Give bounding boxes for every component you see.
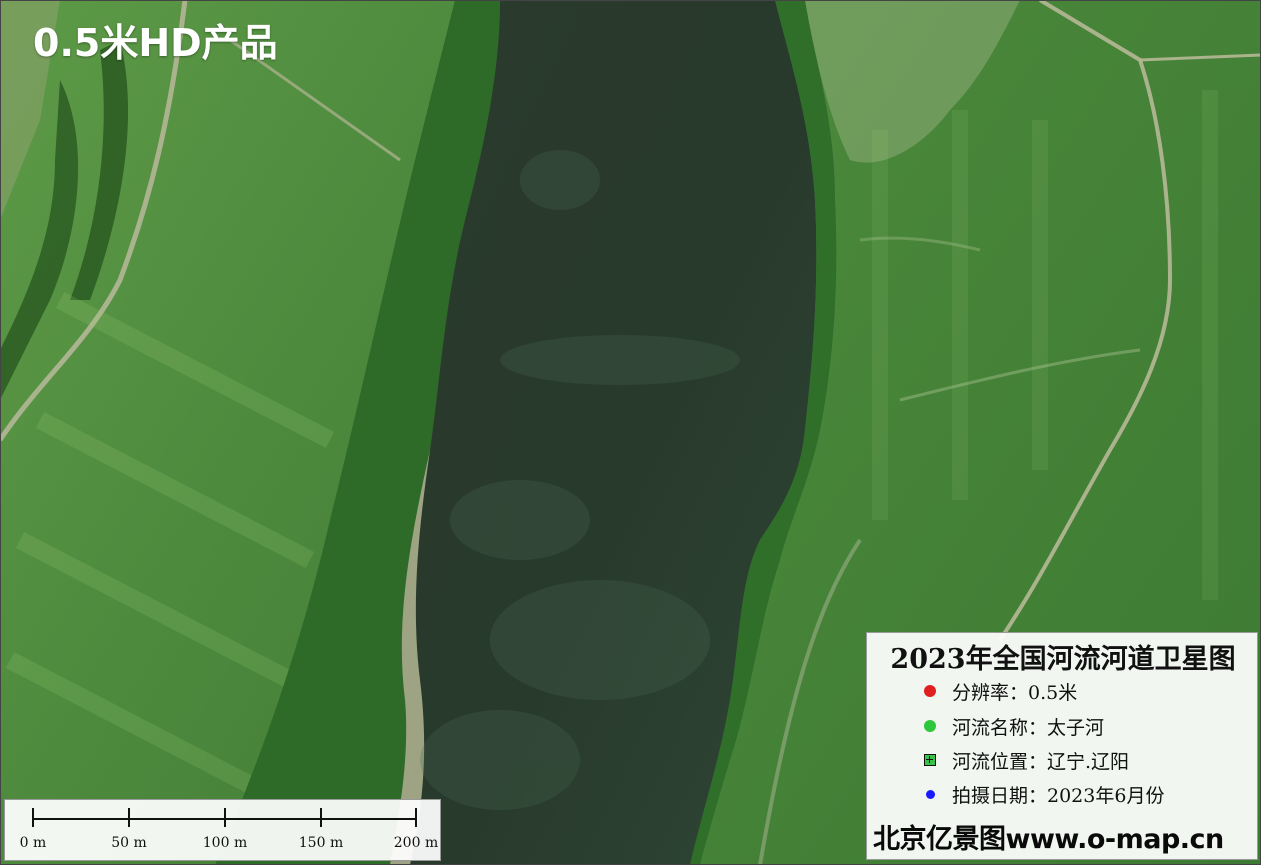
scale-tick [32, 808, 34, 827]
legend-panel: 2023年全国河流河道卫星图 分辨率：0.5米 河流名称：太子河 河流位置：辽宁… [866, 632, 1258, 860]
red-dot-icon [924, 685, 936, 697]
legend-row-resolution: 分辨率：0.5米 [924, 678, 1077, 704]
scale-tick [224, 808, 226, 827]
green-dot-icon [924, 720, 936, 732]
scale-label: 0 m [19, 835, 47, 851]
legend-row-label: 分辨率：0.5米 [952, 681, 1078, 704]
scale-tick [128, 808, 130, 827]
legend-row-capture-date: 拍摄日期：2023年6月份 [924, 781, 1164, 807]
legend-row-river-name: 河流名称：太子河 [924, 713, 1104, 739]
legend-row-label: 河流位置：辽宁.辽阳 [952, 750, 1130, 773]
credit-text[interactable]: 北京亿景图www.o-map.cn [873, 817, 1224, 856]
green-square-icon [924, 754, 936, 766]
scale-label: 100 m [202, 835, 248, 851]
legend-row-label: 河流名称：太子河 [952, 716, 1105, 739]
scale-bar: 0 m 50 m 100 m 150 m 200 m [4, 799, 441, 861]
scale-label: 200 m [393, 835, 439, 851]
legend-title: 2023年全国河流河道卫星图 [890, 644, 1236, 675]
scale-label: 150 m [298, 835, 344, 851]
legend-row-label: 拍摄日期：2023年6月份 [952, 784, 1165, 807]
scale-tick [320, 808, 322, 827]
blue-dot-icon [926, 789, 935, 799]
legend-row-river-location: 河流位置：辽宁.辽阳 [924, 747, 1129, 773]
scale-label: 50 m [111, 835, 147, 851]
product-badge: 0.5米HD产品 [33, 21, 278, 65]
scale-tick [415, 808, 417, 827]
